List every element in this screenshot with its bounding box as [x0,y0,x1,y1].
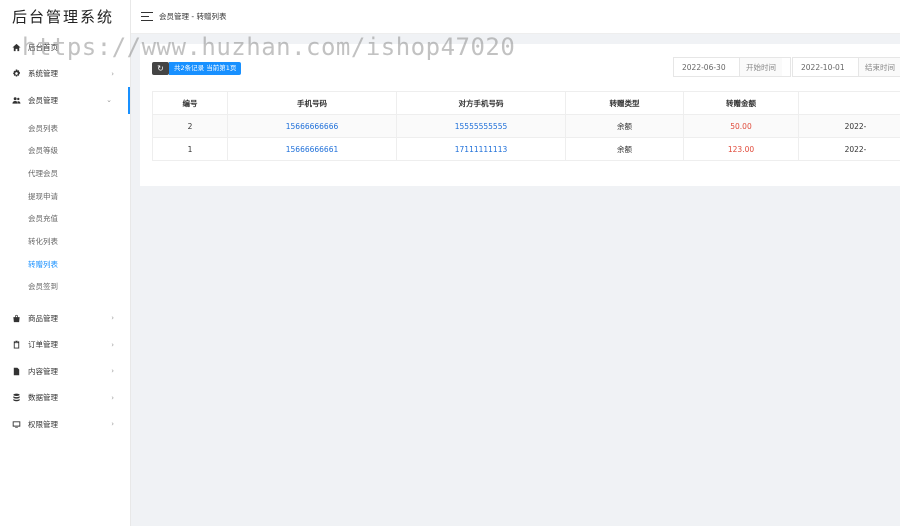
cell-time: 2022- [798,137,900,161]
cell-phone[interactable]: 15666666666 [227,114,397,138]
sidebar-item-label: 后台首页 [28,42,58,52]
chevron-right-icon: › [111,69,114,78]
brand-title: 后台管理系统 [12,8,115,26]
col-amount: 转赠金额 [683,91,799,115]
users-icon [10,94,22,106]
sidebar-item-goods[interactable]: 商品管理 › [0,305,130,332]
cell-type: 余额 [565,114,684,138]
sidebar-subitem-agent-member[interactable]: 代理会员 [0,163,130,186]
sidebar-item-label: 权限管理 [28,419,58,429]
refresh-icon: ↻ [157,64,164,73]
table-row: 2 15666666666 15555555555 余额 50.00 2022- [152,114,900,138]
sidebar-subitem-conversion[interactable]: 转化列表 [0,231,130,254]
cell-amount: 50.00 [683,114,799,138]
transfer-list-card: ↻ 共2条记录 当前第1页 2022-06-30 开始时间 2022-10-01… [140,44,900,186]
chevron-right-icon: › [111,420,114,429]
cell-id: 2 [152,114,228,138]
sidebar-item-home[interactable]: 后台首页 [0,34,130,61]
table-row: 1 15666666661 17111111113 余额 123.00 2022… [152,137,900,161]
sidebar-item-label: 会员管理 [28,95,58,105]
sidebar-item-label: 商品管理 [28,313,58,323]
sidebar-subitem-withdraw[interactable]: 提现申请 [0,186,130,209]
sidebar-item-label: 数据管理 [28,393,58,403]
col-phone: 手机号码 [227,91,397,115]
cell-time: 2022- [798,114,900,138]
chevron-right-icon: › [111,367,114,376]
sidebar-subitem-transfer[interactable]: 转赠列表 [0,254,130,277]
sidebar: 后台管理系统 后台首页 系统管理 › 会员管理 ⌄ 会员列表 会员等级 代理会员… [0,0,131,526]
col-id: 编号 [152,91,228,115]
refresh-button[interactable]: ↻ [152,62,169,75]
chevron-down-icon: ⌄ [106,96,112,105]
document-icon [10,365,22,377]
cell-type: 余额 [565,137,684,161]
sidebar-item-label: 系统管理 [28,69,58,79]
database-icon [10,392,22,404]
transfer-table: 编号 手机号码 对方手机号码 转赠类型 转赠金额 2 15666666666 1… [152,91,900,161]
home-icon [10,41,22,53]
breadcrumb: 会员管理 - 转赠列表 [159,12,227,21]
sidebar-subitem-recharge[interactable]: 会员充值 [0,208,130,231]
sidebar-item-label: 内容管理 [28,366,58,376]
cell-target-phone[interactable]: 17111111113 [396,137,566,161]
sidebar-item-orders[interactable]: 订单管理 › [0,332,130,359]
top-header: 会员管理 - 转赠列表 [131,0,900,34]
start-date-label: 开始时间 [739,58,782,76]
cell-amount: 123.00 [683,137,799,161]
screen-icon [10,418,22,430]
end-date-input[interactable]: 2022-10-01 [793,63,858,72]
cell-target-phone[interactable]: 15555555555 [396,114,566,138]
col-time [798,91,900,115]
sidebar-menu-bottom: 商品管理 › 订单管理 › 内容管理 › 数据管理 › 权限管理 › [0,305,130,438]
sidebar-subitem-member-list[interactable]: 会员列表 [0,118,130,141]
end-date-group: 2022-10-01 结束时间 [792,57,900,77]
cell-phone[interactable]: 15666666661 [227,137,397,161]
start-date-group: 2022-06-30 开始时间 [673,57,791,77]
menu-toggle-icon[interactable] [141,12,153,21]
sidebar-menu: 后台首页 系统管理 › 会员管理 ⌄ [0,34,130,114]
sidebar-item-label: 订单管理 [28,340,58,350]
gear-icon [10,68,22,80]
col-target-phone: 对方手机号码 [396,91,566,115]
sidebar-subitem-member-level[interactable]: 会员等级 [0,140,130,163]
sidebar-item-permissions[interactable]: 权限管理 › [0,411,130,438]
sidebar-item-data[interactable]: 数据管理 › [0,385,130,412]
sidebar-subitem-checkin[interactable]: 会员签到 [0,276,130,299]
sidebar-item-members[interactable]: 会员管理 ⌄ [0,87,130,114]
chevron-right-icon: › [111,340,114,349]
record-count-badge: 共2条记录 当前第1页 [169,62,242,75]
table-header-row: 编号 手机号码 对方手机号码 转赠类型 转赠金额 [152,91,900,115]
end-date-label: 结束时间 [858,58,900,76]
start-date-input[interactable]: 2022-06-30 [674,63,739,72]
bag-icon [10,312,22,324]
cell-id: 1 [152,137,228,161]
col-type: 转赠类型 [565,91,684,115]
clipboard-icon [10,339,22,351]
sidebar-item-system[interactable]: 系统管理 › [0,61,130,88]
sidebar-item-content[interactable]: 内容管理 › [0,358,130,385]
members-submenu: 会员列表 会员等级 代理会员 提现申请 会员充值 转化列表 转赠列表 会员签到 [0,114,130,306]
chevron-right-icon: › [111,314,114,323]
chevron-right-icon: › [111,393,114,402]
